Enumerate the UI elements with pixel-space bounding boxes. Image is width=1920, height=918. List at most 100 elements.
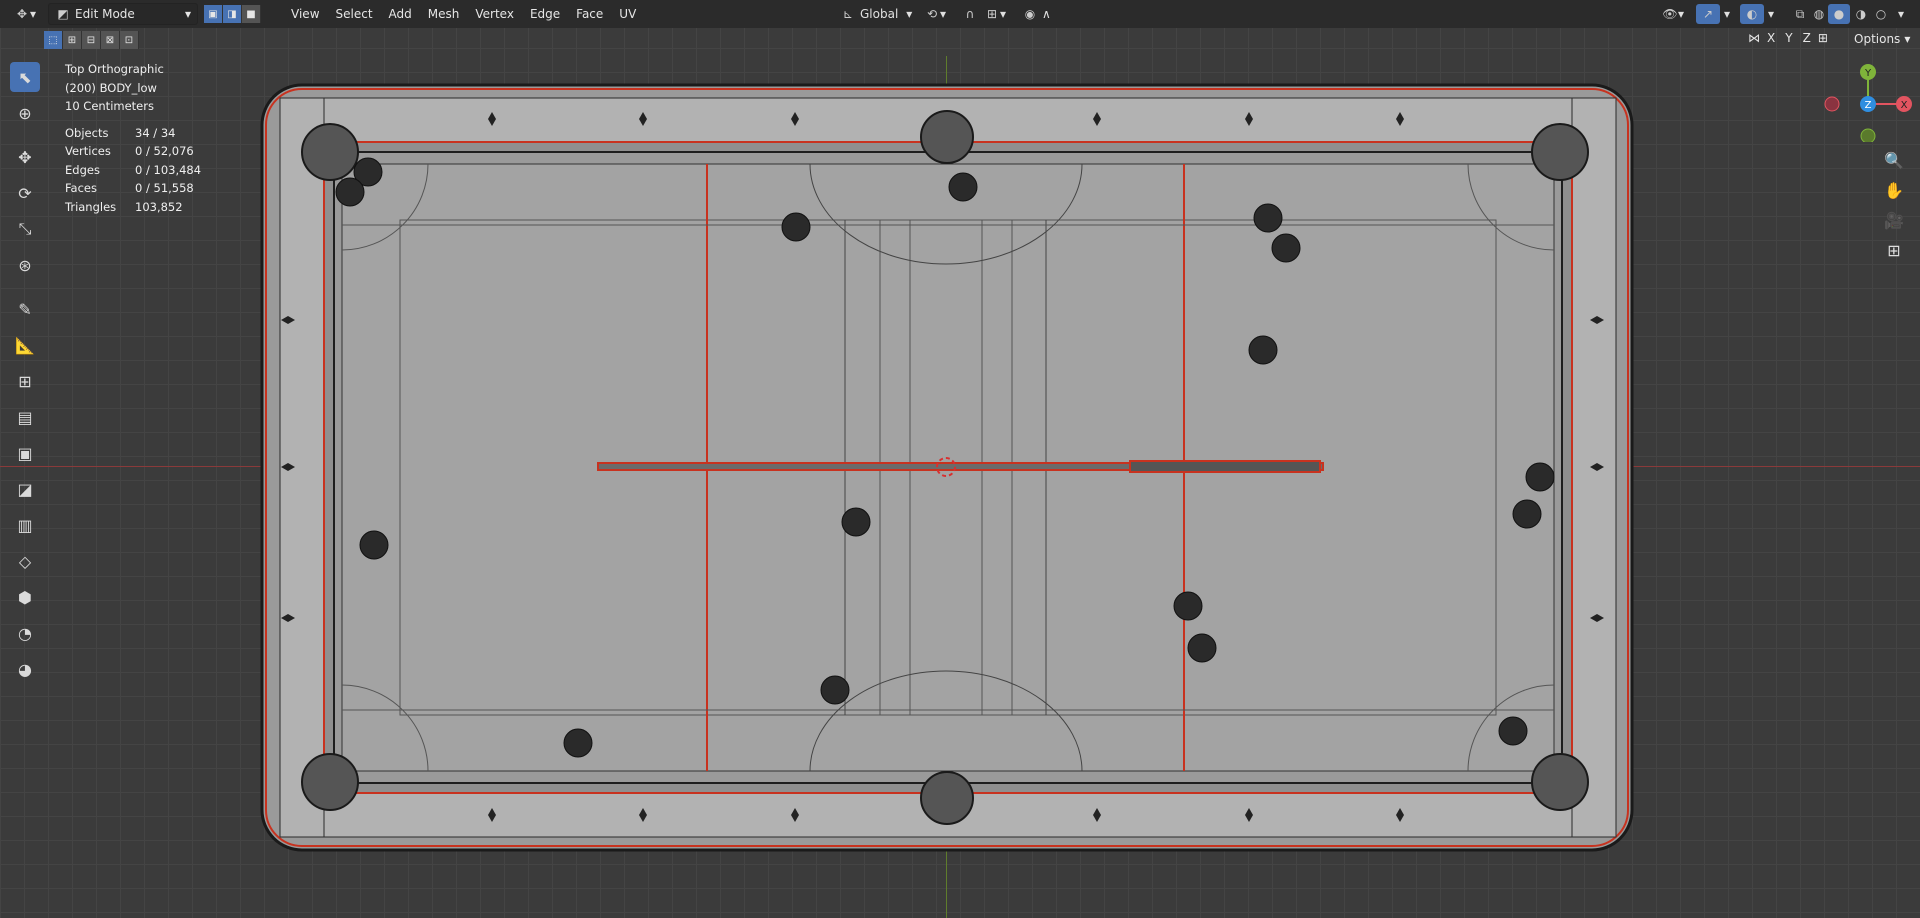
knife-icon: ◇ bbox=[18, 551, 32, 571]
select-intersect-button[interactable]: ⊡ bbox=[120, 31, 139, 49]
snap-target-icon: ⊞ bbox=[986, 7, 998, 21]
mesh-symmetry-icon: ⊞ bbox=[1817, 31, 1828, 45]
spin-icon: ◔ bbox=[18, 623, 32, 643]
poly-build-icon: ⬢ bbox=[18, 587, 32, 607]
solid-shading-icon: ● bbox=[1833, 7, 1845, 21]
move-tool[interactable]: ✥ bbox=[10, 142, 40, 172]
camera-view-button[interactable]: 🎥 bbox=[1882, 208, 1906, 232]
edit-mode-icon: ◩ bbox=[57, 7, 69, 21]
menu-edge[interactable]: Edge bbox=[522, 7, 568, 21]
select-box-icon: ⬉ bbox=[18, 67, 32, 87]
snap-target-dropdown[interactable]: ⊞ ▾ bbox=[978, 4, 1012, 24]
butterfly-icon: ⋈ bbox=[1748, 31, 1760, 45]
mirror-y-toggle[interactable]: Y bbox=[1782, 31, 1795, 45]
select-new-button[interactable]: ⬚ bbox=[44, 31, 63, 49]
cursor-tool[interactable]: ⊕ bbox=[10, 98, 40, 128]
select-invert-button[interactable]: ⊠ bbox=[101, 31, 120, 49]
eye-icon: 👁 bbox=[1662, 7, 1678, 21]
proportional-edit-toggle[interactable]: ◉ ∧ bbox=[1016, 4, 1057, 24]
rotate-tool[interactable]: ⟳ bbox=[10, 178, 40, 208]
select-invert-icon: ⊠ bbox=[105, 34, 115, 46]
navigation-gizmo[interactable]: Y X Z bbox=[1818, 62, 1918, 142]
overlay-dropdown[interactable]: ▾ bbox=[1762, 4, 1780, 24]
vertex-select-button[interactable]: ▣ bbox=[204, 5, 224, 23]
scale-tool[interactable]: ⤡ bbox=[10, 214, 40, 244]
proportional-edit-icon: ◉ bbox=[1024, 7, 1036, 21]
pan-button[interactable]: ✋ bbox=[1882, 178, 1906, 202]
menu-select[interactable]: Select bbox=[328, 7, 381, 21]
menu-face[interactable]: Face bbox=[568, 7, 611, 21]
grid-icon: ⊞ bbox=[1887, 240, 1901, 260]
mirror-z-toggle[interactable]: Z bbox=[1800, 31, 1814, 45]
inset-icon: ▣ bbox=[17, 443, 33, 463]
select-mode-group: ▣ ◨ ■ bbox=[204, 5, 262, 23]
shading-solid-button[interactable]: ● bbox=[1828, 4, 1850, 24]
zoom-button[interactable]: 🔍 bbox=[1882, 148, 1906, 172]
mode-dropdown[interactable]: ◩ Edit Mode ▾ bbox=[48, 3, 199, 25]
gizmo-icon: ↗ bbox=[1702, 7, 1714, 21]
pivot-icon: ⟲ bbox=[926, 7, 938, 21]
menu-add[interactable]: Add bbox=[381, 7, 420, 21]
ortho-toggle-button[interactable]: ⊞ bbox=[1882, 238, 1906, 262]
select-extend-button[interactable]: ⊞ bbox=[63, 31, 82, 49]
transform-icon: ⊛ bbox=[18, 255, 32, 275]
extrude-icon: ▤ bbox=[17, 407, 33, 427]
spin-tool[interactable]: ◔ bbox=[10, 618, 40, 648]
pocket-bottom-left bbox=[301, 753, 359, 811]
pivot-dropdown[interactable]: ⟲ ▾ bbox=[918, 4, 952, 24]
menu-uv[interactable]: UV bbox=[611, 7, 644, 21]
annotate-icon: ✎ bbox=[18, 299, 32, 319]
inset-tool[interactable]: ▣ bbox=[10, 438, 40, 468]
chevron-down-icon: ▾ bbox=[185, 7, 192, 21]
measure-tool[interactable]: 📐 bbox=[10, 330, 40, 360]
select-intersect-icon: ⊡ bbox=[124, 34, 134, 46]
menu-vertex[interactable]: Vertex bbox=[467, 7, 522, 21]
options-dropdown[interactable]: Options ▾ bbox=[1848, 29, 1916, 49]
add-cube-tool[interactable]: ⊞ bbox=[10, 366, 40, 396]
menu-view[interactable]: View bbox=[283, 7, 327, 21]
shading-material-button[interactable]: ◑ bbox=[1850, 4, 1872, 24]
shading-wireframe-button[interactable]: ◍ bbox=[1808, 4, 1830, 24]
loop-cut-icon: ▥ bbox=[17, 515, 33, 535]
falloff-icon: ∧ bbox=[1042, 7, 1051, 21]
overlay-toggle[interactable]: ◐ bbox=[1740, 4, 1764, 24]
face-select-button[interactable]: ■ bbox=[242, 5, 262, 23]
annotate-tool[interactable]: ✎ bbox=[10, 294, 40, 324]
pocket-top-mid bbox=[920, 110, 974, 164]
editor-type-button[interactable]: ✥ ▾ bbox=[8, 4, 42, 24]
hand-icon: ✋ bbox=[1884, 180, 1904, 200]
shading-rendered-button[interactable]: ○ bbox=[1870, 4, 1892, 24]
menu-mesh[interactable]: Mesh bbox=[420, 7, 468, 21]
tool-shelf: ⬉ ⊕ ✥ ⟳ ⤡ ⊛ ✎ 📐 ⊞ ▤ ▣ ◪ ▥ ◇ ⬢ ◔ ◕ bbox=[10, 62, 40, 690]
orientation-dropdown[interactable]: ⊾ Global ▾ bbox=[834, 4, 918, 24]
gizmo-x-label: X bbox=[1901, 100, 1908, 111]
pocket-bottom-mid bbox=[920, 771, 974, 825]
visibility-dropdown[interactable]: 👁 ▾ bbox=[1656, 4, 1690, 24]
select-box-tool[interactable]: ⬉ bbox=[10, 62, 40, 92]
smooth-tool[interactable]: ◕ bbox=[10, 654, 40, 684]
gizmo-dropdown[interactable]: ▾ bbox=[1718, 4, 1736, 24]
gizmo-toggle[interactable]: ↗ bbox=[1696, 4, 1720, 24]
select-subtract-icon: ⊟ bbox=[86, 34, 96, 46]
camera-icon: 🎥 bbox=[1884, 210, 1904, 230]
grid-scale: 10 Centimeters bbox=[65, 99, 154, 113]
pool-table-mesh[interactable] bbox=[0, 0, 1920, 918]
extrude-tool[interactable]: ▤ bbox=[10, 402, 40, 432]
stat-faces: Faces 0 / 51,558 bbox=[65, 181, 194, 195]
3d-viewport[interactable] bbox=[0, 0, 1920, 918]
pocket-top-left bbox=[301, 123, 359, 181]
poly-build-tool[interactable]: ⬢ bbox=[10, 582, 40, 612]
selection-mode-group: ⬚ ⊞ ⊟ ⊠ ⊡ bbox=[44, 31, 139, 49]
bevel-tool[interactable]: ◪ bbox=[10, 474, 40, 504]
mirror-x-toggle[interactable]: X bbox=[1764, 31, 1778, 45]
active-object-name: (200) BODY_low bbox=[65, 80, 157, 95]
edge-select-button[interactable]: ◨ bbox=[223, 5, 243, 23]
chevron-down-icon: ▾ bbox=[1904, 32, 1911, 46]
select-subtract-button[interactable]: ⊟ bbox=[82, 31, 101, 49]
loop-cut-tool[interactable]: ▥ bbox=[10, 510, 40, 540]
transform-tool[interactable]: ⊛ bbox=[10, 250, 40, 280]
options-label: Options bbox=[1854, 32, 1901, 46]
shading-dropdown[interactable]: ▾ bbox=[1892, 4, 1910, 24]
smooth-icon: ◕ bbox=[18, 659, 32, 679]
knife-tool[interactable]: ◇ bbox=[10, 546, 40, 576]
